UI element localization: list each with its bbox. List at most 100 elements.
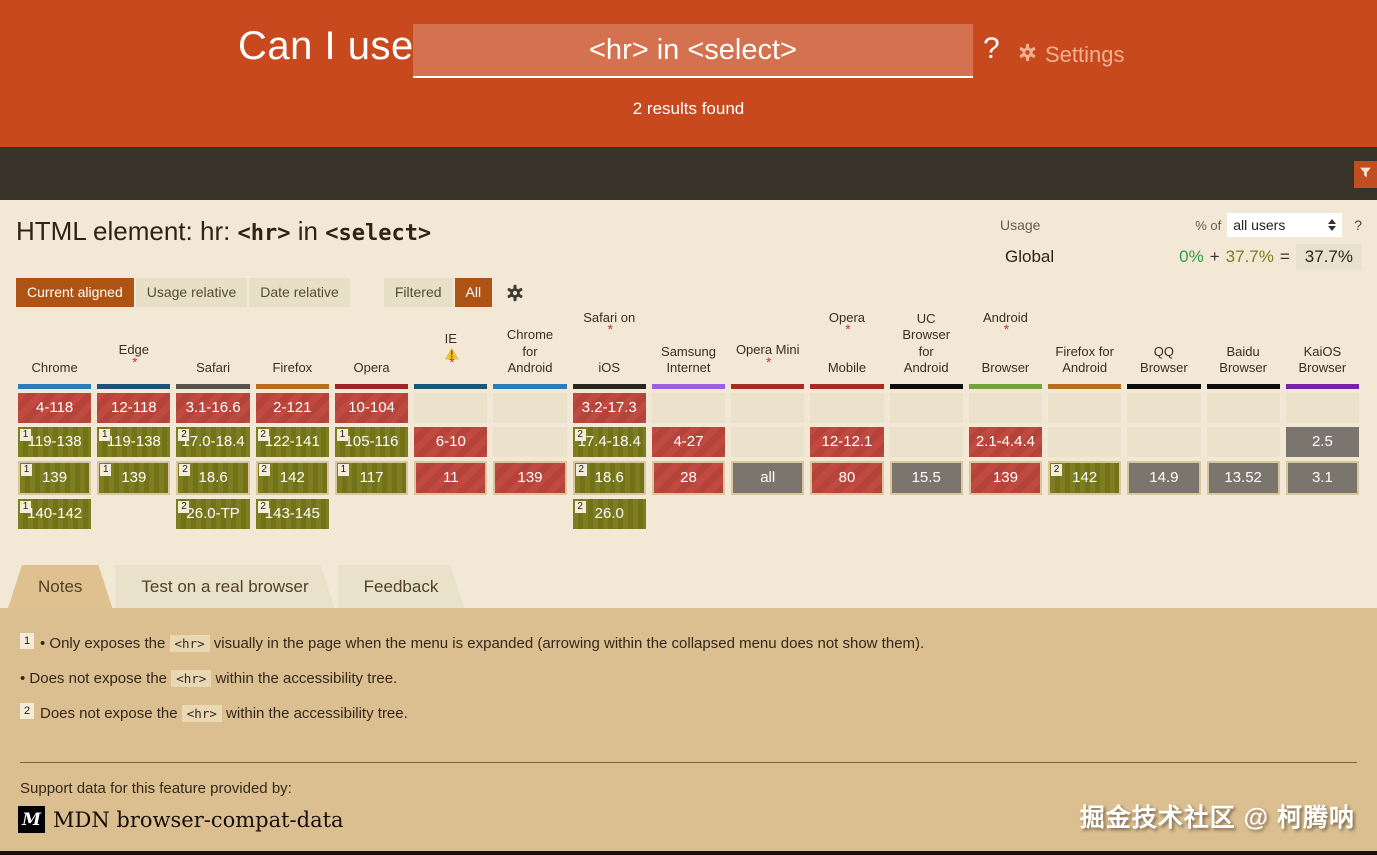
version-cell [890,393,963,423]
version-cell[interactable]: 2.5 [1286,427,1359,457]
view-button-date-relative[interactable]: Date relative [249,278,350,307]
view-button-filtered[interactable]: Filtered [384,278,453,307]
usage-select[interactable]: all users [1227,213,1342,237]
version-cell [1048,427,1121,457]
version-cell [1286,499,1359,529]
version-cell[interactable]: 12-12.1 [810,427,883,457]
version-cell[interactable]: 28 [652,461,725,495]
version-cell[interactable]: 1422 [1048,461,1121,495]
mdn-link-text: MDN browser-compat-data [53,808,344,832]
version-cell [97,499,170,529]
view-button-current-aligned[interactable]: Current aligned [16,278,134,307]
version-cell[interactable]: 4-118 [18,393,91,423]
tab-notes[interactable]: Notes [8,565,112,608]
version-cell[interactable]: 17.4-18.42 [573,427,646,457]
version-cell[interactable]: 10-104 [335,393,408,423]
browser-name: Opera [332,318,411,384]
version-cell [493,499,566,529]
settings-label: Settings [1045,42,1125,68]
browser-underline [573,384,646,389]
view-button-usage-relative[interactable]: Usage relative [136,278,248,307]
search-input[interactable] [413,24,973,78]
feature-title-text: HTML element: hr: [16,216,238,246]
version-cell[interactable]: 26.0-TP2 [176,499,249,529]
version-cell[interactable]: 1171 [335,461,408,495]
version-cell[interactable]: 139 [969,461,1042,495]
version-cell[interactable]: all [731,461,804,495]
version-cell [969,499,1042,529]
note-ref-badge: 2 [179,464,190,476]
version-cell [1048,499,1121,529]
version-cell[interactable]: 143-1452 [256,499,329,529]
version-cell [335,499,408,529]
browser-underline [731,384,804,389]
mdn-link[interactable]: M MDN browser-compat-data [18,806,344,833]
browser-underline [1127,384,1200,389]
version-cell [731,393,804,423]
version-cell[interactable]: 3.1-16.6 [176,393,249,423]
version-cell[interactable]: 1391 [18,461,91,495]
version-cell [969,393,1042,423]
version-cell[interactable]: 14.9 [1127,461,1200,495]
filter-button[interactable] [1354,161,1377,188]
note-ref-badge: 1 [100,464,111,476]
version-cell[interactable]: 13.52 [1207,461,1280,495]
browser-column: Android*Browser2.1-4.4.4139 [966,318,1045,529]
site-title[interactable]: Can I use [238,24,414,69]
version-cell [493,393,566,423]
tab-feedback[interactable]: Feedback [338,565,465,608]
inline-code: <hr> [171,670,211,687]
version-cell[interactable]: 105-1161 [335,427,408,457]
browser-column: BaiduBrowser 13.52 [1204,318,1283,529]
version-cell[interactable]: 17.0-18.42 [176,427,249,457]
browser-underline [1286,384,1359,389]
tab-test-on-a-real-browser[interactable]: Test on a real browser [115,565,334,608]
note-ref-badge: 1 [338,464,349,476]
asterisk-note-icon: * [608,321,613,339]
table-settings-gear-icon[interactable] [506,284,524,302]
note-ref-badge: 1 [99,429,110,441]
version-cell[interactable]: 11 [414,461,487,495]
version-cell[interactable]: 4-27 [652,427,725,457]
version-cell[interactable]: 80 [810,461,883,495]
version-cell[interactable]: 18.62 [573,461,646,495]
version-cell[interactable]: 3.2-17.3 [573,393,646,423]
browser-column: Firefox forAndroid1422 [1045,318,1124,529]
note-ref-badge: 2 [178,429,189,441]
version-cell[interactable]: 2-121 [256,393,329,423]
version-cell[interactable]: 26.02 [573,499,646,529]
version-cell[interactable]: 1391 [97,461,170,495]
note-ref-badge: 2 [259,464,270,476]
version-cell[interactable]: 6-10 [414,427,487,457]
note-item: 1• Only exposes the <hr> visually in the… [20,630,1010,658]
browser-column: Safari on*iOS 3.2-17.3 17.4-18.42 18.62 26.0… [570,318,649,529]
help-icon[interactable]: ? [983,32,1000,66]
browser-underline [414,384,487,389]
version-cell[interactable]: 3.1 [1286,461,1359,495]
browser-name: Chrome [15,318,94,384]
version-cell[interactable]: 122-1412 [256,427,329,457]
asterisk-note-icon: * [1004,321,1009,339]
usage-help-icon[interactable]: ? [1354,217,1362,233]
settings-button[interactable]: Settings [1018,42,1125,68]
version-cell[interactable]: 15.5 [890,461,963,495]
percent-of-label: % of [1195,218,1221,233]
version-cell[interactable]: 140-1421 [18,499,91,529]
browser-underline [652,384,725,389]
browser-name: Safari on*iOS [570,318,649,384]
version-cell[interactable]: 119-1381 [18,427,91,457]
view-button-all[interactable]: All [455,278,493,307]
version-cell[interactable]: 1422 [256,461,329,495]
browser-name: BaiduBrowser [1204,318,1283,384]
feature-title: HTML element: hr: <hr> in <select> [16,216,431,247]
version-cell[interactable]: 2.1-4.4.4 [969,427,1042,457]
note-ref-badge: 2 [178,501,189,513]
browser-underline [1048,384,1121,389]
inline-code: <hr> [182,705,222,722]
browser-name: SamsungInternet [649,318,728,384]
version-cell[interactable]: 139 [493,461,566,495]
equals-sign: = [1280,247,1290,267]
version-cell[interactable]: 18.62 [176,461,249,495]
version-cell[interactable]: 12-118 [97,393,170,423]
version-cell[interactable]: 119-1381 [97,427,170,457]
